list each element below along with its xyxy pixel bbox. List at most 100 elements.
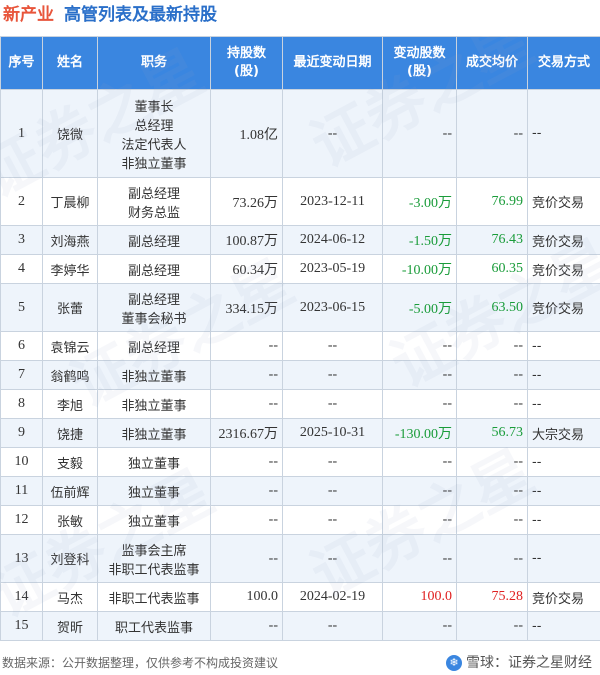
row-number: 14 <box>0 582 43 612</box>
col-header-title: 职务 <box>97 36 211 90</box>
avg-price: -- <box>456 331 528 361</box>
brand-text: 雪球：证券之星财经 <box>466 655 592 671</box>
table-row: 1 饶微 董事长 总经理 法定代表人 非独立董事 1.08亿 -- -- -- -- <box>0 89 600 178</box>
shares-changed: -- <box>382 331 457 361</box>
avg-price: -- <box>456 611 528 641</box>
row-number: 10 <box>0 447 43 477</box>
executive-position: 副总经理 <box>97 225 211 255</box>
trade-method: 竞价交易 <box>527 283 600 332</box>
executive-position: 独立董事 <box>97 476 211 506</box>
table-header-row: 序号 姓名 职务 持股数 (股) 最近变动日期 变动股数 (股) 成交均价 交易方式 <box>0 36 600 90</box>
col-header-shares: 持股数 (股) <box>210 36 283 90</box>
executive-position: 非独立董事 <box>97 360 211 390</box>
executive-name: 李旭 <box>42 389 98 419</box>
change-date: -- <box>282 89 383 178</box>
trade-method: 竞价交易 <box>527 225 600 255</box>
table-row: 8 李旭 非独立董事 -- -- -- -- -- <box>0 389 600 419</box>
change-date: -- <box>282 534 383 583</box>
trade-method: -- <box>527 534 600 583</box>
executive-name: 翁鹤鸣 <box>42 360 98 390</box>
shares-held: 100.0 <box>210 582 283 612</box>
avg-price: 76.43 <box>456 225 528 255</box>
avg-price: -- <box>456 505 528 535</box>
shares-changed: -- <box>382 611 457 641</box>
executive-name: 伍前辉 <box>42 476 98 506</box>
row-number: 12 <box>0 505 43 535</box>
change-date: 2025-10-31 <box>282 418 383 448</box>
row-number: 7 <box>0 360 43 390</box>
col-header-price: 成交均价 <box>456 36 528 90</box>
row-number: 5 <box>0 283 43 332</box>
executive-position: 董事长 总经理 法定代表人 非独立董事 <box>97 89 211 178</box>
executive-name: 张敏 <box>42 505 98 535</box>
executive-position: 非独立董事 <box>97 389 211 419</box>
row-number: 3 <box>0 225 43 255</box>
change-date: 2023-05-19 <box>282 254 383 284</box>
executive-holdings-table: 序号 姓名 职务 持股数 (股) 最近变动日期 变动股数 (股) 成交均价 交易方式 1 饶微 董事长… <box>0 36 600 641</box>
executive-name: 刘登科 <box>42 534 98 583</box>
row-number: 8 <box>0 389 43 419</box>
avg-price: -- <box>456 476 528 506</box>
avg-price: -- <box>456 447 528 477</box>
shares-changed: -- <box>382 89 457 178</box>
row-number: 11 <box>0 476 43 506</box>
change-date: 2024-06-12 <box>282 225 383 255</box>
shares-held: 73.26万 <box>210 177 283 226</box>
table-row: 7 翁鹤鸣 非独立董事 -- -- -- -- -- <box>0 360 600 390</box>
trade-method: -- <box>527 447 600 477</box>
table-row: 6 袁锦云 副总经理 -- -- -- -- -- <box>0 331 600 361</box>
executive-name: 贺昕 <box>42 611 98 641</box>
shares-held: -- <box>210 534 283 583</box>
shares-changed: -- <box>382 505 457 535</box>
shares-changed: -1.50万 <box>382 225 457 255</box>
row-number: 13 <box>0 534 43 583</box>
trade-method: -- <box>527 389 600 419</box>
shares-changed: -10.00万 <box>382 254 457 284</box>
shares-held: 2316.67万 <box>210 418 283 448</box>
table-body: 1 饶微 董事长 总经理 法定代表人 非独立董事 1.08亿 -- -- -- -- 2 丁晨柳 副总经理… <box>0 89 600 641</box>
trade-method: -- <box>527 331 600 361</box>
col-header-change: 变动股数 (股) <box>382 36 457 90</box>
table-title: 高管列表及最新持股 <box>64 5 217 25</box>
shares-held: -- <box>210 476 283 506</box>
avg-price: 60.35 <box>456 254 528 284</box>
executive-name: 刘海燕 <box>42 225 98 255</box>
executive-position: 职工代表监事 <box>97 611 211 641</box>
executive-name: 支毅 <box>42 447 98 477</box>
row-number: 6 <box>0 331 43 361</box>
shares-held: 1.08亿 <box>210 89 283 178</box>
col-header-method: 交易方式 <box>527 36 600 90</box>
change-date: -- <box>282 389 383 419</box>
change-date: -- <box>282 505 383 535</box>
shares-changed: -- <box>382 534 457 583</box>
avg-price: -- <box>456 360 528 390</box>
trade-method: -- <box>527 360 600 390</box>
executive-position: 副总经理 董事会秘书 <box>97 283 211 332</box>
footer: 数据来源：公开数据整理，仅供参考不构成投资建议 ❄ 雪球：证券之星财经 <box>0 651 600 675</box>
data-source-note: 数据来源：公开数据整理，仅供参考不构成投资建议 <box>2 656 279 670</box>
change-date: -- <box>282 331 383 361</box>
col-header-name: 姓名 <box>42 36 98 90</box>
row-number: 4 <box>0 254 43 284</box>
executive-name: 丁晨柳 <box>42 177 98 226</box>
shares-changed: 100.0 <box>382 582 457 612</box>
shares-held: 100.87万 <box>210 225 283 255</box>
table-row: 13 刘登科 监事会主席 非职工代表监事 -- -- -- -- -- <box>0 534 600 583</box>
table-row: 3 刘海燕 副总经理 100.87万 2024-06-12 -1.50万 76.43 竞价交易 <box>0 225 600 255</box>
row-number: 1 <box>0 89 43 178</box>
executive-name: 袁锦云 <box>42 331 98 361</box>
table-row: 11 伍前辉 独立董事 -- -- -- -- -- <box>0 476 600 506</box>
row-number: 9 <box>0 418 43 448</box>
table-row: 12 张敏 独立董事 -- -- -- -- -- <box>0 505 600 535</box>
table-row: 5 张蕾 副总经理 董事会秘书 334.15万 2023-06-15 -5.00万 63.50… <box>0 283 600 332</box>
col-header-no: 序号 <box>0 36 43 90</box>
change-date: -- <box>282 360 383 390</box>
shares-held: -- <box>210 360 283 390</box>
row-number: 15 <box>0 611 43 641</box>
executive-position: 非职工代表监事 <box>97 582 211 612</box>
shares-changed: -- <box>382 389 457 419</box>
shares-changed: -- <box>382 476 457 506</box>
shares-held: 334.15万 <box>210 283 283 332</box>
shares-held: 60.34万 <box>210 254 283 284</box>
page-title: 新产业 高管列表及最新持股 <box>0 0 600 36</box>
